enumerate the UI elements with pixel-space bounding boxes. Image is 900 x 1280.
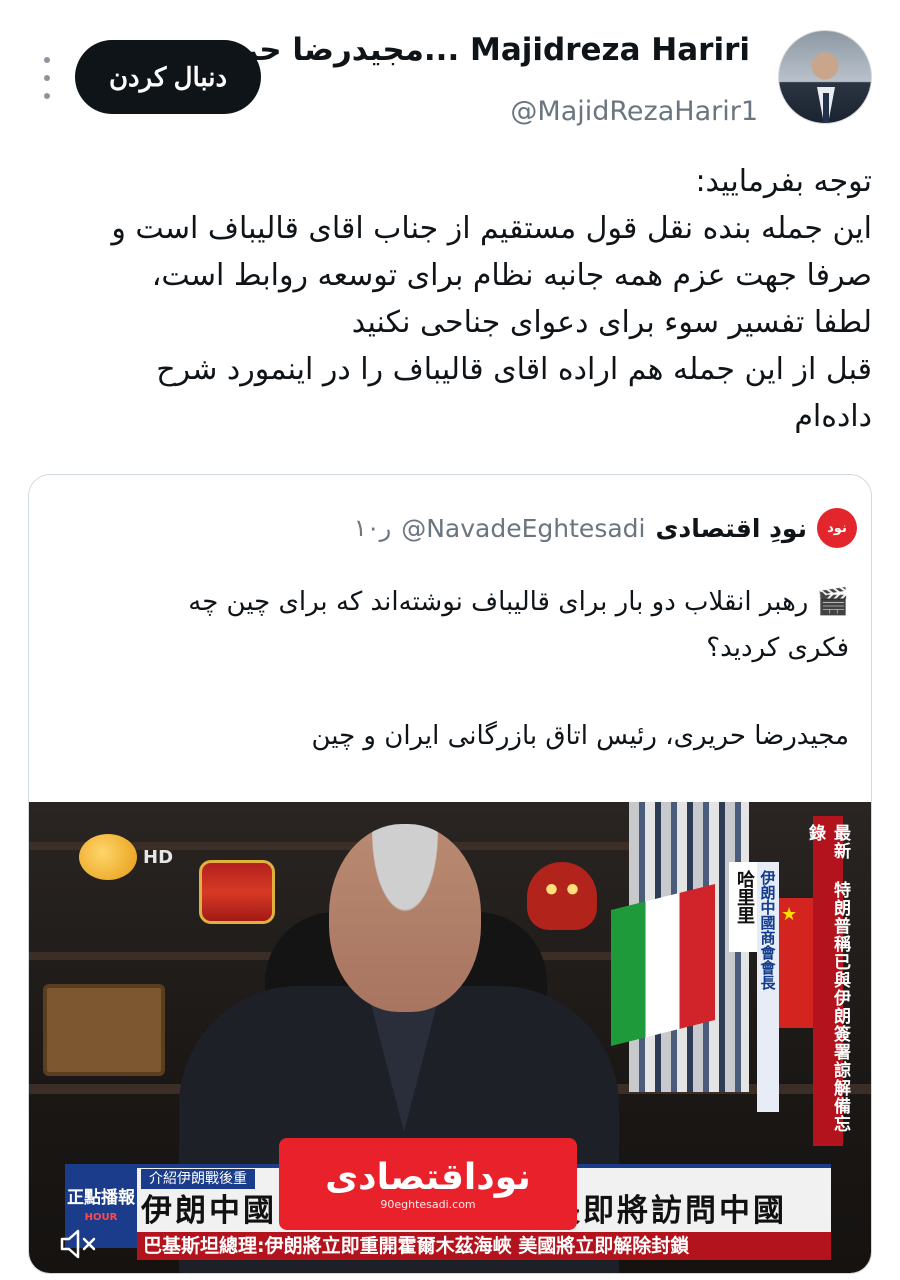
author-display-name[interactable]: مجیدرضا حر... Majidreza Hariri xyxy=(240,32,750,68)
video-player[interactable]: HD 哈里里 伊朗中國商會會長 最新 特朗普稱已與伊朗簽署諒解備忘錄 正點播報 … xyxy=(29,802,871,1273)
breaking-news-bar: 最新 特朗普稱已與伊朗簽署諒解備忘錄 xyxy=(805,816,850,1146)
drum-lantern xyxy=(199,860,275,924)
mute-icon[interactable] xyxy=(55,1224,101,1264)
quoted-tweet-text: 🎬 رهبر انقلاب دو بار برای قالیباف نوشته‌… xyxy=(89,579,849,759)
ticker-crawl-text: 巴基斯坦總理:伊朗將立即重開霍爾木茲海峽 美國將立即解除封鎖 xyxy=(137,1232,831,1260)
phoenix-logo-icon xyxy=(79,834,137,880)
watermark-url: 90eghtesadi.com xyxy=(380,1198,476,1211)
quoted-author-name[interactable]: نودِ اقتصادی xyxy=(655,514,807,543)
author-handle[interactable]: @MajidRezaHarir1 xyxy=(510,96,758,127)
caption-name: 哈里里 xyxy=(729,862,759,952)
watermark-logo: نوداقتصادی 90eghtesadi.com xyxy=(279,1138,577,1230)
quoted-text-line: فکری کردید؟ xyxy=(706,633,849,663)
quoted-text-line: مجیدرضا حریری، رئیس اتاق بازرگانی ایران … xyxy=(311,721,849,751)
quoted-text-line: 🎬 رهبر انقلاب دو بار برای قالیباف نوشته‌… xyxy=(188,587,849,617)
watermark-text: نوداقتصادی xyxy=(325,1157,531,1198)
channel-logo: HD xyxy=(79,834,173,880)
tweet-line: داده‌ام xyxy=(794,399,872,434)
hd-label: HD xyxy=(143,846,174,868)
quoted-tweet-time: ۱۰ر xyxy=(353,514,392,542)
more-options-icon[interactable] xyxy=(36,57,58,99)
tweet-line: لطفا تفسیر سوء برای دعوای جناحی نکنید xyxy=(351,305,872,340)
author-avatar[interactable] xyxy=(778,30,872,124)
ticker-tag-text: 正點播報 xyxy=(67,1188,135,1208)
tweet-line: توجه بفرمایید: xyxy=(695,164,872,199)
quoted-tweet-header: نود نودِ اقتصادی @NavadeEghtesadi ۱۰ر xyxy=(354,507,857,549)
tweet-text: توجه بفرمایید: این جمله بنده نقل قول مست… xyxy=(90,158,872,440)
lion-mask xyxy=(527,862,597,930)
quoted-author-avatar[interactable]: نود xyxy=(817,508,857,548)
caption-title: 伊朗中國商會會長 xyxy=(757,862,779,1112)
follow-button[interactable]: دنبال کردن xyxy=(75,40,261,114)
old-radio xyxy=(43,984,165,1076)
tweet-line: این جمله بنده نقل قول مستقیم از جناب اقا… xyxy=(111,211,872,246)
avatar-tie xyxy=(823,93,829,123)
quoted-author-handle[interactable]: @NavadeEghtesadi xyxy=(401,514,645,543)
iran-flag xyxy=(611,884,715,1046)
tweet-line: قبل از این جمله هم اراده اقای قالیباف را… xyxy=(156,352,872,387)
quoted-tweet-card[interactable]: نود نودِ اقتصادی @NavadeEghtesadi ۱۰ر 🎬 … xyxy=(28,474,872,1274)
tweet-line: صرفا جهت عزم همه جانبه نظام برای توسعه ر… xyxy=(151,258,872,293)
ticker-headline: 介紹伊朗戰後重 xyxy=(141,1169,255,1189)
person-head xyxy=(329,824,481,1012)
